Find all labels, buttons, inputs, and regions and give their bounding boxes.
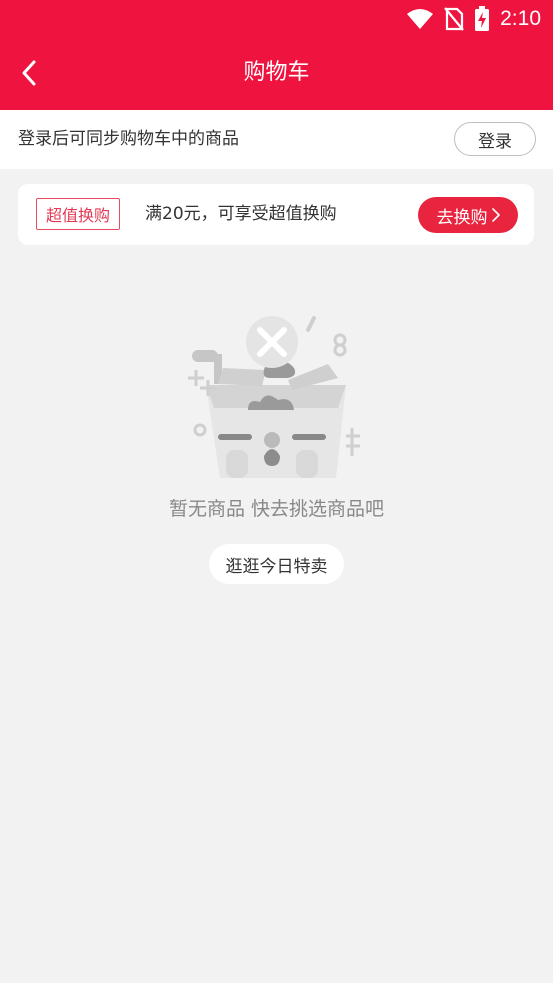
empty-cart-illustration (188, 316, 360, 478)
status-time: 2:10 (500, 7, 541, 30)
promo-exchange-label: 去换购 (436, 207, 488, 228)
login-button[interactable]: 登录 (454, 122, 536, 156)
promo-description: 满20元，可享受超值换购 (145, 204, 337, 224)
promo-exchange-button[interactable]: 去换购 (418, 197, 518, 233)
promo-card: 超值换购 满20元，可享受超值换购 去换购 (18, 184, 534, 245)
battery-charging-icon (475, 6, 490, 31)
nav-bar: 购物车 (0, 38, 553, 110)
app-header: 2:10 购物车 (0, 0, 553, 110)
page-title: 购物车 (243, 60, 310, 85)
no-sim-icon (444, 7, 464, 31)
promo-tag: 超值换购 (36, 198, 121, 230)
wifi-icon (407, 9, 434, 29)
empty-cart-message: 暂无商品 快去挑选商品吧 (168, 498, 385, 520)
login-bar: 登录后可同步购物车中的商品 登录 (0, 110, 553, 169)
chevron-right-icon (491, 208, 500, 222)
login-tip: 登录后可同步购物车中的商品 (18, 129, 239, 149)
status-bar: 2:10 (406, 4, 541, 34)
browse-today-deals-button[interactable]: 逛逛今日特卖 (209, 544, 344, 584)
